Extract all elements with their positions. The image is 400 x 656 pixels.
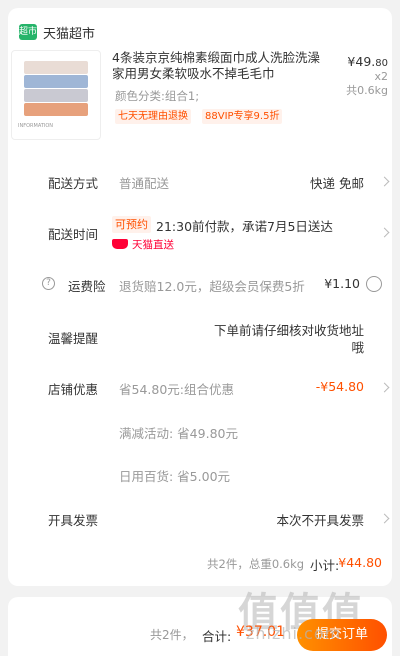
delivery-time-label: 配送时间 — [48, 227, 99, 242]
reminder-text-line2: 哦 — [351, 340, 364, 355]
reminder-label: 温馨提醒 — [48, 331, 99, 346]
invoice-value[interactable]: 本次不开具发票 — [276, 510, 364, 529]
price-cents: 80 — [375, 58, 388, 69]
invoice-label: 开具发票 — [48, 513, 99, 528]
product-spec: 颜色分类:组合1; — [115, 89, 200, 103]
watermark-url: zhizhi.com — [246, 624, 342, 643]
shop-discount-label: 店铺优惠 — [48, 382, 99, 397]
insurance-price: ¥1.10 — [324, 276, 360, 291]
discount-line1: 省54.80元:组合优惠 — [119, 382, 234, 397]
vip-discount-tag: 88VIP专享9.5折 — [202, 109, 283, 124]
tmall-cart-icon — [112, 239, 128, 249]
insurance-text: 退货赔12.0元，超级会员保费5折 — [119, 279, 305, 294]
tmall-direct-text: 天猫直送 — [132, 238, 174, 251]
towel-stripe-grey — [24, 89, 88, 102]
product-weight: 共0.6kg — [346, 84, 388, 97]
subtotal-label: 小计: — [310, 558, 340, 573]
delivery-label: 配送方式 — [48, 176, 99, 191]
product-price: ¥49.80 — [347, 54, 388, 69]
product-title[interactable]: 4条装京京纯棉素缎面巾成人洗脸洗澡家用男女柔软吸水不掉毛毛巾 — [112, 50, 322, 82]
return-policy-tag: 七天无理由退换 — [115, 109, 191, 124]
tmall-supermarket-logo: 超市 — [19, 24, 37, 40]
subtotal-value: ¥44.80 — [338, 555, 382, 570]
delivery-method: 普通配送 — [119, 176, 170, 191]
footer-count: 共2件， — [150, 628, 194, 642]
discount-amount[interactable]: -¥54.80 — [316, 379, 364, 394]
towel-stripe-beige — [24, 61, 88, 74]
delivery-value[interactable]: 快递 免邮 — [310, 173, 364, 192]
help-icon[interactable]: ? — [42, 277, 55, 290]
insurance-radio[interactable] — [366, 276, 382, 292]
reminder-text-line1: 下单前请仔细核对收货地址 — [213, 323, 364, 338]
product-image-caption: INFORMATION — [18, 123, 54, 129]
discount-line3: 日用百货: 省5.00元 — [119, 469, 231, 484]
discount-line2: 满减活动: 省49.80元 — [119, 426, 238, 441]
preorder-badge: 可预约 — [112, 216, 151, 233]
product-image[interactable]: INFORMATION — [11, 50, 101, 140]
price-main: ¥49. — [347, 54, 376, 69]
summary-prefix: 共2件，总重0.6kg — [207, 557, 305, 571]
tmall-direct-label: 天猫直送 — [112, 237, 174, 251]
total-label: 合计: — [202, 629, 232, 644]
towel-stripe-blue — [24, 75, 88, 88]
delivery-time-text: 21:30前付款，承诺7月5日送达 — [156, 219, 333, 234]
store-name: 天猫超市 — [43, 26, 96, 42]
store-header[interactable]: 超市 天猫超市 — [19, 22, 95, 42]
towel-stripe-orange — [24, 103, 88, 116]
insurance-label: 运费险 — [68, 279, 106, 294]
